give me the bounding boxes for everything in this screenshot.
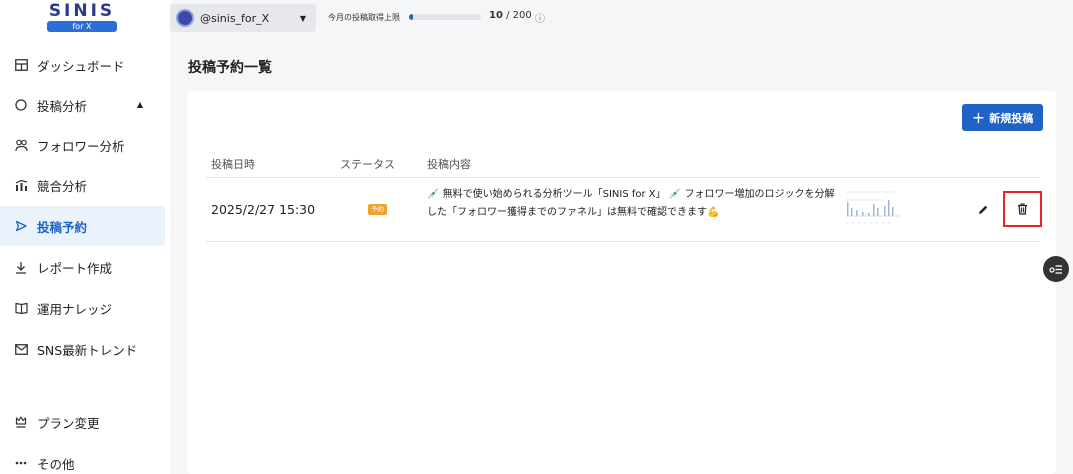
quota-used: 10	[489, 10, 503, 21]
sidebar-item-label: フォロワー分析	[37, 138, 125, 154]
quota-separator: /	[502, 10, 513, 21]
sidebar: SINIS for X ダッシュボード 投稿分析 ▲ フォロワー分析 競合分析 …	[0, 0, 170, 474]
chevron-down-icon: ▼	[299, 13, 306, 23]
competitor-chart-icon	[14, 178, 28, 192]
account-selector[interactable]: @sinis_for_X ▼	[170, 4, 316, 32]
column-header-date[interactable]: 投稿日時	[211, 156, 255, 172]
logo-text: SINIS	[48, 1, 116, 21]
book-icon	[14, 301, 28, 315]
sidebar-item-label: SNS最新トレンド	[37, 342, 138, 358]
sidebar-item-dashboard[interactable]: ダッシュボード	[0, 45, 165, 85]
sidebar-item-report[interactable]: レポート作成	[0, 247, 165, 287]
column-header-status[interactable]: ステータス	[340, 156, 395, 172]
delete-button[interactable]	[1003, 191, 1042, 227]
collapse-caret-icon[interactable]: ▲	[137, 100, 143, 109]
post-image-thumbnail[interactable]	[844, 186, 902, 234]
sidebar-item-label: プラン変更	[37, 415, 100, 431]
new-post-button[interactable]: + 新規投稿	[962, 104, 1043, 131]
post-content: 💉 無料で使い始められる分析ツール「SINIS for X」 💉 フォロワー増加…	[427, 189, 835, 218]
sidebar-item-label: 競合分析	[37, 178, 88, 194]
column-header-content[interactable]: 投稿内容	[427, 156, 471, 172]
dashboard-icon	[14, 58, 28, 72]
account-name: @sinis_for_X	[200, 11, 270, 25]
sidebar-item-label: レポート作成	[37, 260, 113, 276]
sidebar-item-label: その他	[37, 456, 75, 472]
post-datetime: 2025/2/27 15:30	[211, 202, 316, 217]
schedule-list-card: + 新規投稿 投稿日時 ステータス 投稿内容 2025/2/27 15:30 予…	[187, 91, 1056, 474]
sidebar-item-plan-change[interactable]: プラン変更	[0, 402, 165, 442]
app-logo[interactable]: SINIS for X	[34, 2, 130, 34]
avatar	[176, 9, 194, 27]
send-icon	[14, 219, 28, 233]
sidebar-item-label: 投稿予約	[37, 219, 88, 235]
status-badge: 予約	[368, 204, 387, 215]
quota-label: 今月の投稿取得上限	[328, 13, 400, 22]
edit-pencil-icon[interactable]	[976, 202, 990, 216]
sidebar-item-label: 投稿分析	[37, 98, 88, 114]
info-icon[interactable]: ⓘ	[535, 10, 545, 25]
sidebar-item-post-analysis[interactable]: 投稿分析 ▲	[0, 85, 165, 125]
sidebar-item-label: 運用ナレッジ	[37, 301, 113, 317]
page-title: 投稿予約一覧	[188, 60, 272, 76]
more-icon	[14, 456, 28, 470]
users-icon	[14, 138, 28, 152]
sidebar-item-follower-analysis[interactable]: フォロワー分析	[0, 125, 165, 165]
new-post-label: 新規投稿	[989, 111, 1034, 125]
circle-icon	[14, 98, 28, 112]
sidebar-item-knowledge[interactable]: 運用ナレッジ	[0, 288, 165, 328]
toc-list-icon	[1049, 260, 1063, 279]
floating-menu-button[interactable]	[1043, 256, 1069, 282]
logo-subtitle: for X	[47, 21, 117, 32]
sidebar-item-competitor-analysis[interactable]: 競合分析	[0, 165, 165, 205]
mail-icon	[14, 342, 28, 356]
quota-value: 10 / 200	[489, 10, 532, 21]
plus-icon: +	[971, 107, 986, 127]
sidebar-item-sns-trends[interactable]: SNS最新トレンド	[0, 329, 165, 369]
download-icon	[14, 260, 28, 274]
sidebar-item-post-schedule[interactable]: 投稿予約	[0, 206, 165, 246]
crown-icon	[14, 415, 28, 429]
header-divider	[206, 177, 1040, 178]
top-bar: @sinis_for_X ▼ 今月の投稿取得上限 10 / 200 ⓘ	[170, 0, 1073, 38]
quota-total: 200	[512, 10, 532, 21]
row-divider	[206, 241, 1040, 242]
trash-icon	[1017, 200, 1028, 219]
sidebar-item-label: ダッシュボード	[37, 58, 125, 74]
quota-progress-bar	[409, 14, 481, 20]
quota-progress-fill	[409, 14, 413, 20]
sidebar-item-others[interactable]: その他	[0, 443, 165, 474]
